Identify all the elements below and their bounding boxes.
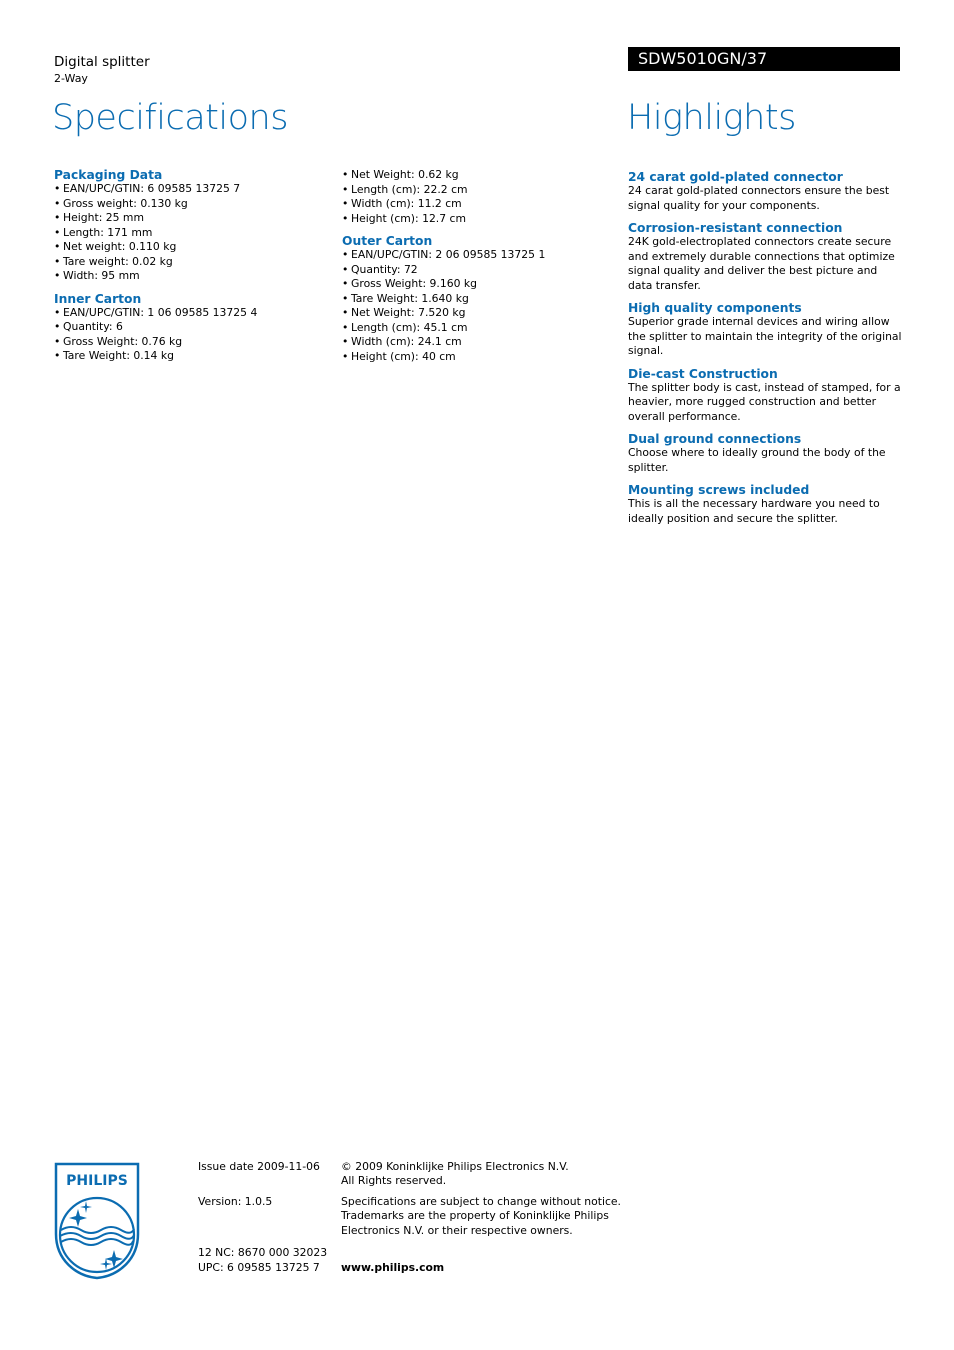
version: Version: 1.0.5 — [198, 1195, 273, 1208]
section-heading-outer-carton: Outer Carton — [342, 234, 433, 248]
highlight-item: 24 carat gold-plated connector 24 carat … — [628, 170, 903, 213]
highlight-body: The splitter body is cast, instead of st… — [628, 380, 901, 423]
spec-item: Height: 25 mm — [54, 211, 324, 226]
spec-item: Tare Weight: 0.14 kg — [54, 349, 324, 364]
packaging-data-list: EAN/UPC/GTIN: 6 09585 13725 7 Gross weig… — [54, 182, 324, 284]
highlight-title: Mounting screws included — [628, 483, 810, 497]
spec-item: Quantity: 72 — [342, 263, 612, 278]
spec-item: EAN/UPC/GTIN: 2 06 09585 13725 1 — [342, 248, 612, 263]
model-number: SDW5010GN/37 — [638, 49, 768, 68]
highlight-item: Mounting screws included This is all the… — [628, 483, 903, 526]
logo-wordmark: PHILIPS — [66, 1173, 128, 1189]
spec-item: Height (cm): 12.7 cm — [342, 212, 612, 227]
spec-item: Gross Weight: 0.76 kg — [54, 335, 324, 350]
highlight-body: Superior grade internal devices and wiri… — [628, 315, 902, 357]
highlight-item: Die-cast Construction The splitter body … — [628, 367, 903, 425]
spec-item: Length (cm): 45.1 cm — [342, 321, 612, 336]
spec-item: Net weight: 0.110 kg — [54, 240, 324, 255]
highlight-body: 24K gold-electroplated connectors create… — [628, 235, 895, 292]
notice-line-2: Trademarks are the property of Koninklij… — [341, 1209, 609, 1222]
spec-item: Length (cm): 22.2 cm — [342, 183, 612, 198]
issue-date: Issue date 2009-11-06 — [198, 1160, 320, 1173]
highlight-body: 24 carat gold-plated connectors ensure t… — [628, 184, 890, 212]
notice-line-1: Specifications are subject to change wit… — [341, 1195, 621, 1208]
section-heading-inner-carton: Inner Carton — [54, 291, 142, 306]
model-number-bar: SDW5010GN/37 — [628, 47, 900, 71]
website-link[interactable]: www.philips.com — [341, 1261, 444, 1276]
spec-item: Width (cm): 24.1 cm — [342, 335, 612, 350]
upc-code: UPC: 6 09585 13725 7 — [198, 1261, 320, 1274]
spec-item: EAN/UPC/GTIN: 6 09585 13725 7 — [54, 182, 324, 197]
inner-carton-list: EAN/UPC/GTIN: 1 06 09585 13725 4 Quantit… — [54, 306, 324, 364]
highlight-body: This is all the necessary hardware you n… — [628, 497, 880, 525]
spec-item: Tare weight: 0.02 kg — [54, 255, 324, 270]
highlight-title: Corrosion-resistant connection — [628, 221, 843, 235]
specifications-title: Specifications — [52, 98, 288, 138]
highlights-title: Highlights — [627, 98, 796, 138]
section-heading-packaging-data: Packaging Data — [54, 168, 163, 182]
spec-item: Net Weight: 0.62 kg — [342, 168, 612, 183]
outer-carton-list: EAN/UPC/GTIN: 2 06 09585 13725 1 Quantit… — [342, 248, 612, 364]
philips-logo-icon: PHILIPS — [54, 1162, 140, 1280]
specs-column-2: Net Weight: 0.62 kg Length (cm): 22.2 cm… — [342, 168, 612, 372]
spec-item: Width: 95 mm — [54, 269, 324, 284]
copyright-line-1: © 2009 Koninklijke Philips Electronics N… — [341, 1160, 569, 1173]
highlight-title: 24 carat gold-plated connector — [628, 170, 843, 184]
spec-item: Tare Weight: 1.640 kg — [342, 292, 612, 307]
spec-item: Net Weight: 7.520 kg — [342, 306, 612, 321]
product-name: Digital splitter — [54, 54, 150, 70]
inner-carton-list-continued: Net Weight: 0.62 kg Length (cm): 22.2 cm… — [342, 168, 612, 226]
spec-item: Length: 171 mm — [54, 226, 324, 241]
twelve-nc: 12 NC: 8670 000 32023 — [198, 1246, 328, 1259]
spec-item: Height (cm): 40 cm — [342, 350, 612, 365]
spec-item: EAN/UPC/GTIN: 1 06 09585 13725 4 — [54, 306, 324, 321]
highlight-item: High quality components Superior grade i… — [628, 301, 903, 359]
spec-item: Gross weight: 0.130 kg — [54, 197, 324, 212]
highlight-body: Choose where to ideally ground the body … — [628, 446, 886, 474]
spec-item: Quantity: 6 — [54, 320, 324, 335]
highlight-title: Die-cast Construction — [628, 366, 778, 381]
highlight-title: High quality components — [628, 301, 802, 315]
product-subtitle: 2-Way — [54, 72, 88, 85]
copyright-line-2: All Rights reserved. — [341, 1174, 447, 1187]
highlights-column: 24 carat gold-plated connector 24 carat … — [628, 170, 903, 534]
highlight-item: Dual ground connections Choose where to … — [628, 432, 903, 475]
philips-shield-logo: PHILIPS — [54, 1162, 140, 1280]
highlight-item: Corrosion-resistant connection 24K gold-… — [628, 221, 903, 293]
spec-item: Width (cm): 11.2 cm — [342, 197, 612, 212]
notice-line-3: Electronics N.V. or their respective own… — [341, 1224, 573, 1237]
spec-item: Gross Weight: 9.160 kg — [342, 277, 612, 292]
specs-column-1: Packaging Data EAN/UPC/GTIN: 6 09585 137… — [54, 168, 324, 372]
highlight-title: Dual ground connections — [628, 432, 802, 446]
